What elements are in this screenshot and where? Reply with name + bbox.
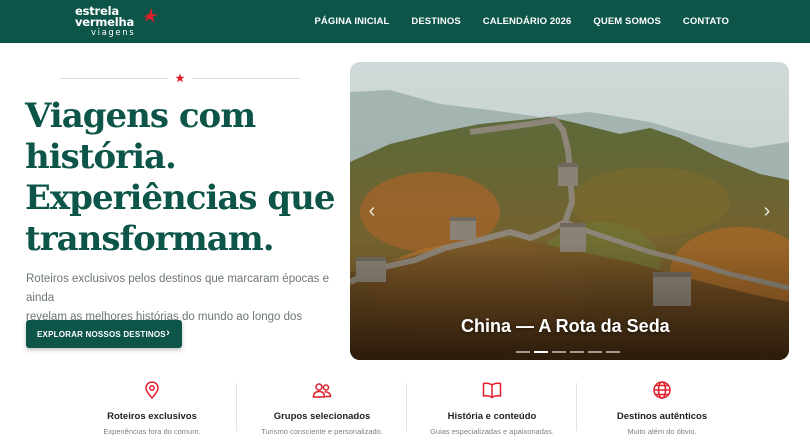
chevron-right-icon: › [166,327,170,339]
feature-grupos: Grupos selecionados Turismo consciente e… [237,380,407,440]
slider-dot[interactable] [588,351,602,353]
users-icon [312,383,332,398]
slider-dot[interactable] [516,351,530,353]
nav-item-calendario[interactable]: CALENDÁRIO 2026 [472,16,583,27]
main-nav: PÁGINA INICIAL DESTINOS CALENDÁRIO 2026 … [303,0,740,43]
logo-text-line3: viagens [91,28,136,38]
feature-subtitle: Muito além do óbvio. [627,427,697,436]
feature-title: Roteiros exclusivos [107,411,197,422]
hero-slider[interactable]: ‹ › China — A Rota da Seda [350,62,789,360]
feature-subtitle: Experiências fora do comum. [103,427,201,436]
logo-star-icon [142,7,159,24]
brand-logo[interactable]: estrela vermelha viagens [75,5,165,39]
book-icon [482,382,502,399]
nav-item-contato[interactable]: CONTATO [672,16,740,27]
hero-title-line: Experiências que [25,178,336,218]
feature-title: Grupos selecionados [273,411,371,422]
nav-item-destinos[interactable]: DESTINOS [400,16,471,27]
star-icon [175,73,185,83]
chevron-right-icon[interactable]: › [757,200,777,222]
hero-title-line: transformam. [25,219,275,259]
hero-title-line: Viagens com [25,96,256,136]
slider-dots [516,351,620,353]
feature-title: História e conteúdo [447,411,537,422]
slider-dot[interactable] [552,351,566,353]
feature-title: Destinos autênticos [616,411,708,422]
globe-icon [653,381,671,399]
slider-dot-active[interactable] [534,351,548,353]
hero-title-line: história. [25,137,177,177]
explore-destinations-button[interactable]: EXPLORAR NOSSOS DESTINOS › [26,320,182,348]
feature-roteiros: Roteiros exclusivos Experiências fora do… [67,380,237,440]
nav-item-pagina-inicial[interactable]: PÁGINA INICIAL [303,16,400,27]
slide-caption: China — A Rota da Seda [461,316,670,336]
feature-subtitle: Turismo consciente e personalizado. [261,427,383,436]
divider-line-left [60,78,168,79]
hero-title: Viagens com história. Experiências que t… [25,96,345,260]
explore-destinations-label: EXPLORAR NOSSOS DESTINOS [37,329,166,339]
feature-subtitle: Guias especializadas e apaixonadas. [430,427,554,436]
site-header: estrela vermelha viagens PÁGINA INICIAL … [0,0,810,43]
feature-historia: História e conteúdo Guias especializadas… [407,380,577,440]
chevron-left-icon[interactable]: ‹ [362,200,382,222]
feature-destinos: Destinos autênticos Muito além do óbvio. [577,380,747,440]
hero-description-line: Roteiros exclusivos pelos destinos que m… [26,273,329,304]
nav-item-quem-somos[interactable]: QUEM SOMOS [582,16,672,27]
divider-line-right [192,78,300,79]
slider-dot[interactable] [570,351,584,353]
map-pin-icon [145,381,159,400]
slider-dot[interactable] [606,351,620,353]
logo-text-line2: vermelha [75,15,135,29]
